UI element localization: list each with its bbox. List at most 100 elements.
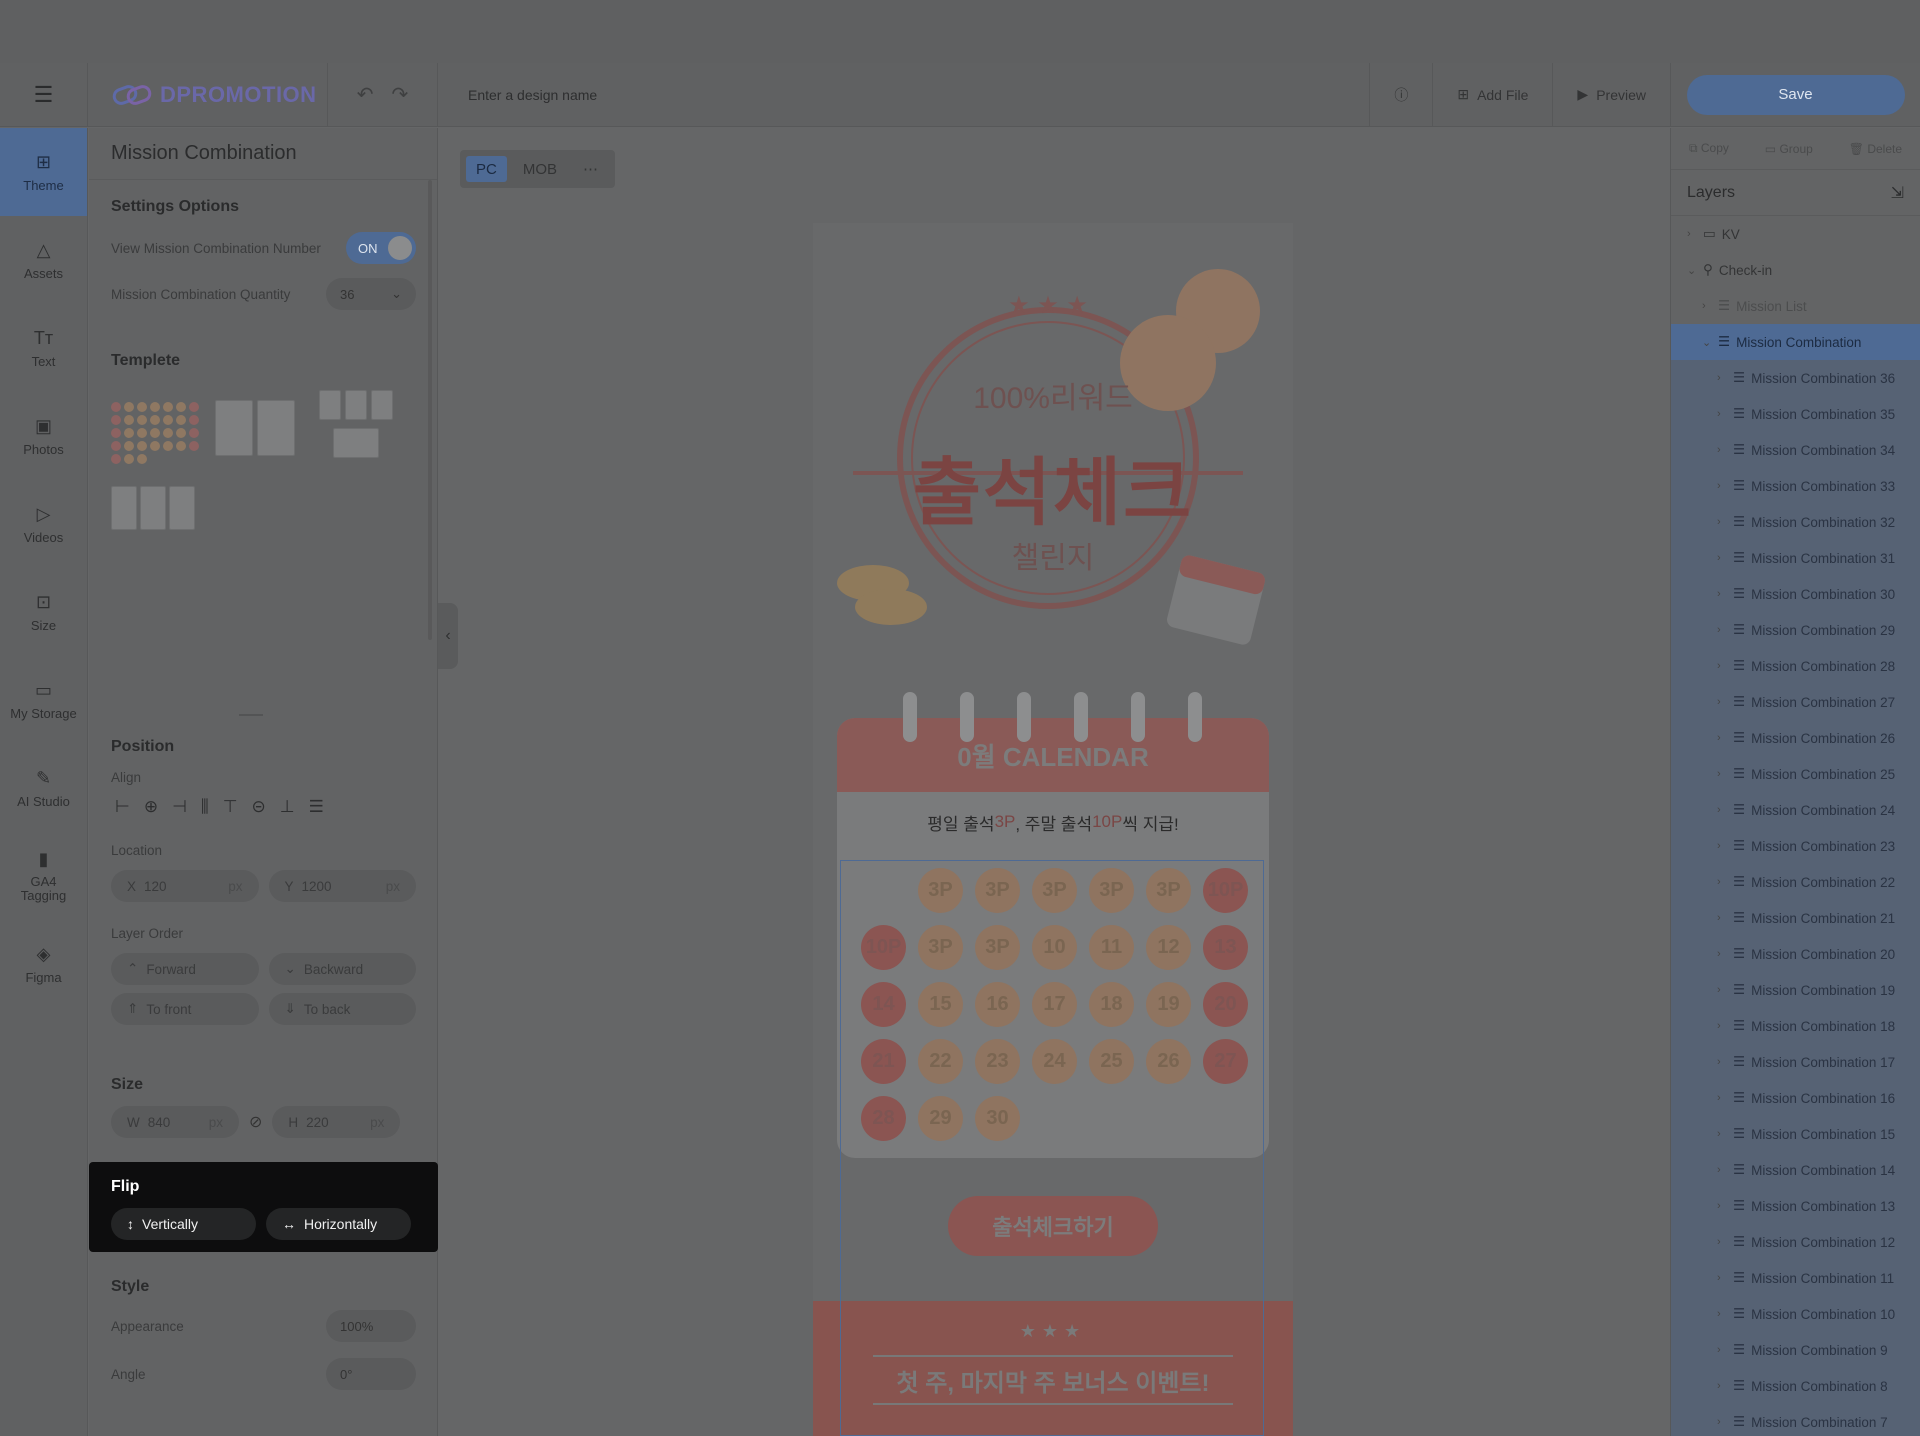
mission-coin[interactable]: 3P — [1089, 868, 1134, 913]
to-back-button[interactable]: ⇓ To back — [268, 993, 416, 1025]
nav-item-assets[interactable]: △ Assets — [0, 216, 87, 304]
layer-row[interactable]: › ▭ KV — [1671, 216, 1920, 252]
calendar[interactable]: 0월 CALENDAR 평일 출석 3P , 주말 출석 10P 씩 지급! 3… — [837, 692, 1269, 1158]
chevron-icon[interactable]: ⌄ — [1702, 336, 1712, 349]
layer-row[interactable]: › ☰ Mission Combination 31 — [1671, 540, 1920, 576]
layer-row[interactable]: › ☰ Mission Combination 29 — [1671, 612, 1920, 648]
width-field[interactable]: W 840 px — [111, 1106, 239, 1138]
redo-icon[interactable]: ↷ — [392, 82, 409, 107]
resize-handle[interactable] — [239, 714, 263, 716]
layer-row[interactable]: › ☰ Mission Combination 18 — [1671, 1008, 1920, 1044]
chevron-icon[interactable]: › — [1717, 912, 1727, 924]
mission-coin[interactable]: 3P — [1032, 868, 1077, 913]
layer-row[interactable]: ⌄ ⚲ Check-in — [1671, 252, 1920, 288]
chevron-icon[interactable]: › — [1717, 372, 1727, 384]
x-field[interactable]: X 120 px — [111, 870, 259, 902]
mission-coin[interactable]: 10P — [1203, 868, 1248, 913]
view-number-toggle[interactable]: ON — [346, 232, 416, 264]
group-button[interactable]: ▭ Group — [1765, 142, 1813, 156]
align-right-icon[interactable]: ⊣ — [172, 797, 187, 817]
layer-row[interactable]: › ☰ Mission Combination 30 — [1671, 576, 1920, 612]
layer-row[interactable]: › ☰ Mission Combination 14 — [1671, 1152, 1920, 1188]
delete-button[interactable]: 🗑 Delete — [1849, 142, 1902, 156]
layer-row[interactable]: › ☰ Mission Combination 36 — [1671, 360, 1920, 396]
mission-coin[interactable]: 18 — [1089, 982, 1134, 1027]
y-field[interactable]: Y 1200 px — [268, 870, 416, 902]
device-pc-button[interactable]: PC — [466, 156, 507, 182]
chevron-icon[interactable]: › — [1717, 1092, 1727, 1104]
mission-coin[interactable]: 27 — [1203, 1039, 1248, 1084]
layer-row[interactable]: › ☰ Mission Combination 15 — [1671, 1116, 1920, 1152]
layer-row[interactable]: › ☰ Mission Combination 28 — [1671, 648, 1920, 684]
forward-button[interactable]: ⌃ Forward — [111, 953, 259, 985]
mission-coin[interactable]: 3P — [918, 925, 963, 970]
chevron-icon[interactable]: › — [1717, 768, 1727, 780]
collapse-panel-button[interactable]: ‹ — [438, 603, 458, 669]
mission-coin[interactable]: 14 — [861, 982, 906, 1027]
angle-field[interactable]: 0° — [326, 1358, 416, 1390]
layer-row[interactable]: › ☰ Mission Combination 34 — [1671, 432, 1920, 468]
mission-coin[interactable]: 15 — [918, 982, 963, 1027]
add-file-button[interactable]: ⊞ Add File — [1432, 62, 1552, 127]
menu-button[interactable]: ☰ — [0, 62, 88, 127]
chevron-icon[interactable]: › — [1687, 228, 1697, 240]
design-name-input[interactable]: Enter a design name — [438, 63, 1369, 127]
mission-coin[interactable]: 3P — [975, 925, 1020, 970]
nav-item-figma[interactable]: ◈ Figma — [0, 920, 87, 1008]
chevron-icon[interactable]: › — [1717, 1272, 1727, 1284]
nav-item-photos[interactable]: ▣ Photos — [0, 392, 87, 480]
chevron-icon[interactable]: › — [1717, 876, 1727, 888]
template-thumb-three[interactable] — [111, 486, 195, 566]
copy-button[interactable]: ⧉ Copy — [1689, 141, 1729, 156]
chevron-icon[interactable]: › — [1717, 948, 1727, 960]
layer-row[interactable]: › ☰ Mission List — [1671, 288, 1920, 324]
flip-horizontal-button[interactable]: ↔ Horizontally — [266, 1208, 411, 1240]
chevron-icon[interactable]: › — [1717, 552, 1727, 564]
chevron-icon[interactable]: › — [1717, 444, 1727, 456]
mission-coin[interactable]: 13 — [1203, 925, 1248, 970]
mission-coin[interactable]: 24 — [1032, 1039, 1077, 1084]
layer-row[interactable]: › ☰ Mission Combination 32 — [1671, 504, 1920, 540]
chevron-icon[interactable]: › — [1717, 984, 1727, 996]
backward-button[interactable]: ⌄ Backward — [268, 953, 416, 985]
mission-coin[interactable]: 3P — [1146, 868, 1191, 913]
mission-coin[interactable]: 12 — [1146, 925, 1191, 970]
chevron-icon[interactable]: › — [1717, 1380, 1727, 1392]
chevron-icon[interactable]: › — [1717, 1344, 1727, 1356]
mission-coin[interactable]: 28 — [861, 1096, 906, 1141]
nav-item-size[interactable]: ⊡ Size — [0, 568, 87, 656]
chevron-icon[interactable]: › — [1717, 1056, 1727, 1068]
align-center-h-icon[interactable]: ⊕ — [144, 797, 158, 817]
chevron-icon[interactable]: › — [1717, 804, 1727, 816]
preview-button[interactable]: ▶ Preview — [1552, 62, 1670, 127]
layer-row[interactable]: › ☰ Mission Combination 24 — [1671, 792, 1920, 828]
panel-scrollbar[interactable] — [428, 180, 432, 640]
chevron-icon[interactable]: › — [1717, 516, 1727, 528]
link-off-icon[interactable]: ⊘ — [249, 1112, 262, 1132]
layer-row[interactable]: › ☰ Mission Combination 23 — [1671, 828, 1920, 864]
layer-row[interactable]: › ☰ Mission Combination 21 — [1671, 900, 1920, 936]
undo-icon[interactable]: ↶ — [357, 82, 374, 107]
to-front-button[interactable]: ⇑ To front — [111, 993, 259, 1025]
chevron-icon[interactable]: › — [1717, 480, 1727, 492]
mission-coin[interactable]: 21 — [861, 1039, 906, 1084]
layer-row[interactable]: › ☰ Mission Combination 7 — [1671, 1404, 1920, 1436]
mission-coin[interactable]: 30 — [975, 1096, 1020, 1141]
quantity-select[interactable]: 36 ⌄ — [326, 278, 416, 310]
nav-item-ga4-tagging[interactable]: ▮ GA4 Tagging — [0, 832, 87, 920]
layer-row[interactable]: › ☰ Mission Combination 13 — [1671, 1188, 1920, 1224]
layer-row[interactable]: › ☰ Mission Combination 22 — [1671, 864, 1920, 900]
mission-coin[interactable]: 23 — [975, 1039, 1020, 1084]
mission-coin[interactable]: 3P — [918, 868, 963, 913]
mission-coin[interactable]: 11 — [1089, 925, 1134, 970]
chevron-icon[interactable]: › — [1717, 1020, 1727, 1032]
chevron-icon[interactable]: › — [1717, 1236, 1727, 1248]
nav-item-videos[interactable]: ▷ Videos — [0, 480, 87, 568]
chevron-icon[interactable]: › — [1717, 408, 1727, 420]
layer-row[interactable]: › ☰ Mission Combination 19 — [1671, 972, 1920, 1008]
help-button[interactable]: ⓘ — [1369, 62, 1432, 127]
layer-row[interactable]: › ☰ Mission Combination 33 — [1671, 468, 1920, 504]
mission-coin[interactable]: 16 — [975, 982, 1020, 1027]
chevron-icon[interactable]: › — [1717, 660, 1727, 672]
template-thumb-grid[interactable] — [111, 386, 199, 466]
